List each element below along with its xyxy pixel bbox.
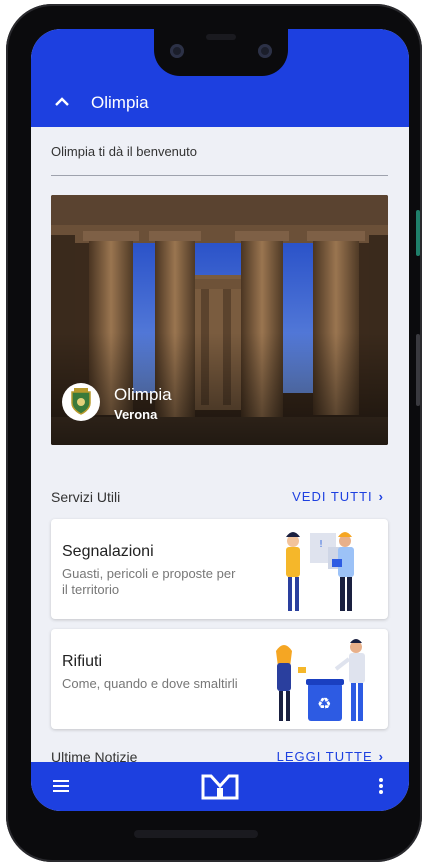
city-crest-icon bbox=[62, 383, 100, 421]
camera-notch bbox=[154, 26, 288, 76]
see-all-services-link[interactable]: VEDI TUTTI › bbox=[292, 489, 384, 504]
temple-photo bbox=[51, 195, 388, 445]
service-card-reports[interactable]: Segnalazioni Guasti, pericoli e proposte… bbox=[51, 519, 388, 619]
earpiece-speaker bbox=[206, 34, 236, 40]
news-title: Ultime Notizie bbox=[51, 749, 138, 763]
service-card-waste[interactable]: Rifiuti Come, quando e dove smaltirli ♻ bbox=[51, 629, 388, 729]
city-hero-card[interactable]: Olimpia Verona bbox=[51, 195, 388, 445]
reports-illustration: ! bbox=[286, 532, 354, 611]
services-title: Servizi Utili bbox=[51, 489, 121, 505]
welcome-text: Olimpia ti dà il benvenuto bbox=[51, 144, 197, 159]
svg-text:!: ! bbox=[319, 539, 323, 550]
more-vert-icon bbox=[379, 778, 383, 794]
collapse-button[interactable] bbox=[51, 91, 73, 113]
app-logo bbox=[201, 774, 239, 800]
volume-button bbox=[416, 334, 420, 406]
card-description: Guasti, pericoli e proposte per il terri… bbox=[62, 566, 236, 597]
card-description: Come, quando e dove smaltirli bbox=[62, 676, 238, 691]
front-camera-left bbox=[170, 44, 184, 58]
news-section-header: Ultime Notizie LEGGI TUTTE › bbox=[51, 749, 388, 763]
read-all-label: LEGGI TUTTE bbox=[276, 749, 373, 763]
app-bottom-bar bbox=[31, 762, 409, 811]
power-button bbox=[416, 210, 420, 256]
divider bbox=[51, 175, 388, 176]
svg-text:♻: ♻ bbox=[317, 694, 331, 713]
services-section-header: Servizi Utili VEDI TUTTI › bbox=[51, 489, 388, 509]
city-name: Olimpia bbox=[114, 385, 172, 404]
front-camera-right bbox=[258, 44, 272, 58]
page-title: Olimpia bbox=[91, 93, 149, 112]
bottom-speaker bbox=[134, 830, 258, 838]
read-all-news-link[interactable]: LEGGI TUTTE › bbox=[277, 749, 384, 763]
province-name: Verona bbox=[114, 407, 158, 422]
see-all-label: VEDI TUTTI bbox=[292, 489, 373, 504]
phone-frame: Olimpia Olimpia ti dà il benvenuto Olimp… bbox=[6, 4, 422, 862]
more-options-button[interactable] bbox=[375, 775, 387, 797]
app-screen: Olimpia Olimpia ti dà il benvenuto Olimp… bbox=[31, 29, 409, 811]
chevron-right-icon: › bbox=[378, 749, 384, 763]
card-title: Rifiuti bbox=[62, 653, 103, 670]
menu-icon bbox=[53, 780, 69, 792]
main-content: Olimpia ti dà il benvenuto Olimpia Veron… bbox=[31, 127, 409, 763]
chevron-up-icon bbox=[55, 97, 69, 106]
chevron-right-icon: › bbox=[378, 489, 384, 504]
card-title: Segnalazioni bbox=[62, 543, 154, 560]
menu-button[interactable] bbox=[51, 777, 71, 795]
waste-illustration: ♻ bbox=[276, 639, 365, 721]
